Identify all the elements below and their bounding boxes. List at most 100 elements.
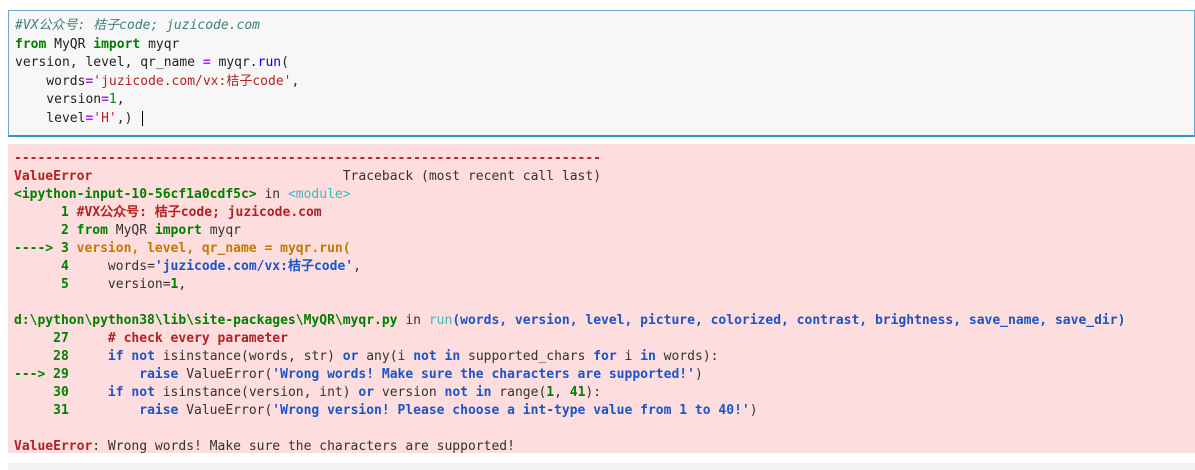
code-text: range(: [491, 385, 547, 400]
frame-2-line-30: 30 if not isinstance(version, int) or ve…: [14, 384, 1125, 402]
frame-2-line-28: 28 if not isinstance(words, str) or any(…: [14, 348, 1125, 366]
keyword: not in: [413, 349, 461, 364]
code-text: i: [616, 349, 641, 364]
in-word: in: [397, 313, 429, 328]
line-number: 4: [14, 259, 77, 274]
line-number: 2: [14, 223, 77, 238]
line-number: 28: [14, 349, 77, 364]
final-error-line: ValueError: Wrong words! Make sure the c…: [14, 438, 1125, 456]
next-cell-edge: [8, 463, 1195, 470]
code-text: level: [15, 110, 86, 126]
line-number: 31: [14, 403, 77, 418]
error-message: : Wrong words! Make sure the characters …: [92, 439, 515, 454]
in-word: in: [256, 187, 288, 202]
line-number: 27: [14, 331, 77, 346]
keyword: import: [93, 36, 141, 52]
module-ref: <module>: [287, 187, 351, 202]
frame-1-line-5: 5 version=1,: [14, 276, 1125, 294]
code-cell[interactable]: #VX公众号: 桔子code; juzicode.com from MyQR i…: [8, 10, 1195, 137]
keyword: or: [358, 385, 375, 400]
dashes: ----------------------------------------…: [14, 151, 601, 166]
code-text: words=: [76, 259, 155, 274]
string-literal: 'Wrong version! Please choose a int-type…: [272, 403, 750, 418]
number-literal: 1: [108, 92, 117, 107]
code-line-6: level='H',): [15, 110, 299, 129]
code-line-5: version=1,: [15, 91, 299, 110]
keyword: if not: [76, 349, 155, 364]
arrow-marker: ---> 29: [14, 367, 77, 382]
line-number: 5: [14, 277, 77, 292]
line-number: 1: [14, 205, 77, 220]
comment: #VX公众号: 桔子code; juzicode.com: [15, 18, 261, 33]
keyword: for: [593, 349, 617, 364]
keyword: raise: [76, 403, 179, 418]
function-ref: run: [428, 313, 453, 328]
code-text: version: [374, 385, 445, 400]
keyword: from: [15, 36, 47, 52]
module-name: MyQR: [46, 36, 94, 52]
code-text: version, level, qr_name: [15, 55, 203, 70]
keyword: in: [640, 349, 656, 364]
code-text: ValueError(: [178, 403, 273, 418]
code-text: version=: [76, 277, 171, 292]
line-number: 30: [14, 385, 77, 400]
number-literal: 41: [569, 385, 586, 400]
text-cursor: [142, 110, 144, 126]
code-text: #VX公众号: 桔子code; juzicode.com: [76, 205, 322, 220]
keyword: import: [154, 223, 202, 238]
code-text: any(i: [358, 349, 414, 364]
keyword: or: [342, 349, 359, 364]
code-text: ,: [554, 385, 570, 400]
code-text: isinstance(version, int): [154, 385, 359, 400]
keyword: from: [76, 223, 108, 238]
code-line-3: version, level, qr_name = myqr.run(: [15, 54, 299, 73]
operator: =: [101, 92, 109, 107]
code-text: ,: [116, 92, 125, 107]
code-text: words: [15, 73, 86, 89]
highlighted-code: version, level, qr_name = myqr.run(: [76, 241, 351, 256]
code-text: supported_chars: [460, 349, 594, 364]
frame-1-line-3: ----> 3 version, level, qr_name = myqr.r…: [14, 240, 1125, 258]
traceback-divider: ----------------------------------------…: [14, 150, 1125, 168]
file-path: d:\python\python38\lib\site-packages\MyQ…: [14, 313, 398, 328]
string-literal: 'Wrong words! Make sure the characters a…: [272, 367, 695, 382]
code-text: myqr.: [210, 55, 258, 70]
function-name: run: [257, 55, 282, 70]
code-text: ): [749, 403, 758, 418]
code-text: ): [694, 367, 703, 382]
frame-2-line-31: 31 raise ValueError('Wrong version! Plea…: [14, 402, 1125, 420]
error-name: ValueError: [14, 169, 93, 184]
frame-1-line-4: 4 words='juzicode.com/vx:桔子code',: [14, 258, 1125, 276]
code-line-1: #VX公众号: 桔子code; juzicode.com: [15, 17, 299, 36]
code-text: MyQR: [107, 223, 155, 238]
code-text: ,): [116, 110, 141, 126]
frame-1-line-1: 1 #VX公众号: 桔子code; juzicode.com: [14, 204, 1125, 222]
code-text: ,: [291, 73, 300, 89]
code-text: myqr: [201, 223, 242, 238]
code-line-4: words='juzicode.com/vx:桔子code',: [15, 73, 299, 92]
frame-2-line-27: 27 # check every parameter: [14, 330, 1125, 348]
number-literal: 1: [546, 385, 555, 400]
code-text: (: [281, 55, 289, 70]
keyword: raise: [76, 367, 179, 382]
string-literal: 'juzicode.com/vx:桔子code': [93, 73, 292, 89]
arrow-marker: ----> 3: [14, 241, 77, 256]
code-text: words):: [655, 349, 719, 364]
input-ref: <ipython-input-10-56cf1a0cdf5c>: [14, 187, 257, 202]
code-text: ):: [585, 385, 602, 400]
code-editor[interactable]: #VX公众号: 桔子code; juzicode.com from MyQR i…: [15, 17, 299, 128]
comment: # check every parameter: [76, 331, 288, 346]
traceback-header: ValueError Traceback (most recent call l…: [14, 168, 1125, 186]
code-text: isinstance(words, str): [154, 349, 343, 364]
string-literal: 'H': [93, 110, 117, 126]
frame-2-header: d:\python\python38\lib\site-packages\MyQ…: [14, 312, 1125, 330]
keyword: if not: [76, 385, 155, 400]
code-line-2: from MyQR import myqr: [15, 36, 299, 55]
error-output: ----------------------------------------…: [8, 144, 1195, 456]
error-name: ValueError: [14, 439, 93, 454]
traceback: ----------------------------------------…: [14, 150, 1125, 456]
string-literal: 'juzicode.com/vx:桔子code': [154, 259, 354, 274]
traceback-label: Traceback (most recent call last): [92, 169, 602, 184]
